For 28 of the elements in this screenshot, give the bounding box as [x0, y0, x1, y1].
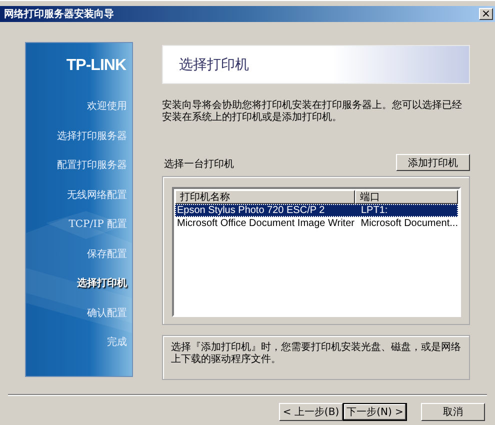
wizard-step: 确认配置	[87, 306, 127, 320]
column-header[interactable]: 端口	[355, 190, 458, 204]
table-cell-text: Epson Stylus Photo 720 ESC/P 2	[176, 204, 326, 217]
wizard-step: 保存配置	[87, 246, 127, 260]
wizard-step: 选择打印机	[77, 276, 127, 290]
column-header[interactable]: 打印机名称	[175, 190, 355, 204]
description-text: 安装向导将会协助您将打印机安装在打印服务器上。您可以选择已经安装在系统上的打印机或是添加打印机。	[162, 100, 463, 124]
table-cell-text: LPT1:	[360, 204, 388, 217]
hint-text: 选择『添加打印机』时，您需要打印机安装光盘、磁盘，或是网络上下载的驱动程序文件。	[171, 342, 461, 366]
wizard-step: 欢迎使用	[87, 99, 127, 113]
wizard-step: 配置打印服务器	[57, 158, 127, 172]
section-label: 选择一台打印机	[163, 158, 234, 171]
wizard-button[interactable]: < 上一步(B)	[279, 403, 343, 421]
logo: TP-LINK	[65, 56, 128, 75]
wizard-step: 完成	[107, 335, 127, 349]
page-title: 选择打印机	[179, 56, 249, 74]
wizard-step: 无线网络配置	[67, 188, 127, 202]
wizard-step: TCP/IP 配置	[68, 217, 127, 231]
table-row[interactable]: Epson Stylus Photo 720 ESC/P 2 LPT1:	[175, 204, 458, 217]
table-cell-text: Microsoft Document...	[360, 217, 458, 230]
wizard-step: 选择打印服务器	[57, 128, 127, 142]
window-title: 网络打印服务器安装向导	[4, 7, 114, 21]
wizard-button[interactable]: 取消	[421, 403, 485, 421]
table-cell-text: Microsoft Office Document Image Writer	[176, 217, 356, 230]
close-button[interactable]: ×	[479, 8, 493, 20]
table-row[interactable]: Microsoft Office Document Image Writer Microsoft Document...	[175, 217, 458, 230]
wizard-button[interactable]: 下一步(N) >	[343, 403, 407, 421]
add-printer-button[interactable]: 添加打印机	[396, 154, 470, 171]
